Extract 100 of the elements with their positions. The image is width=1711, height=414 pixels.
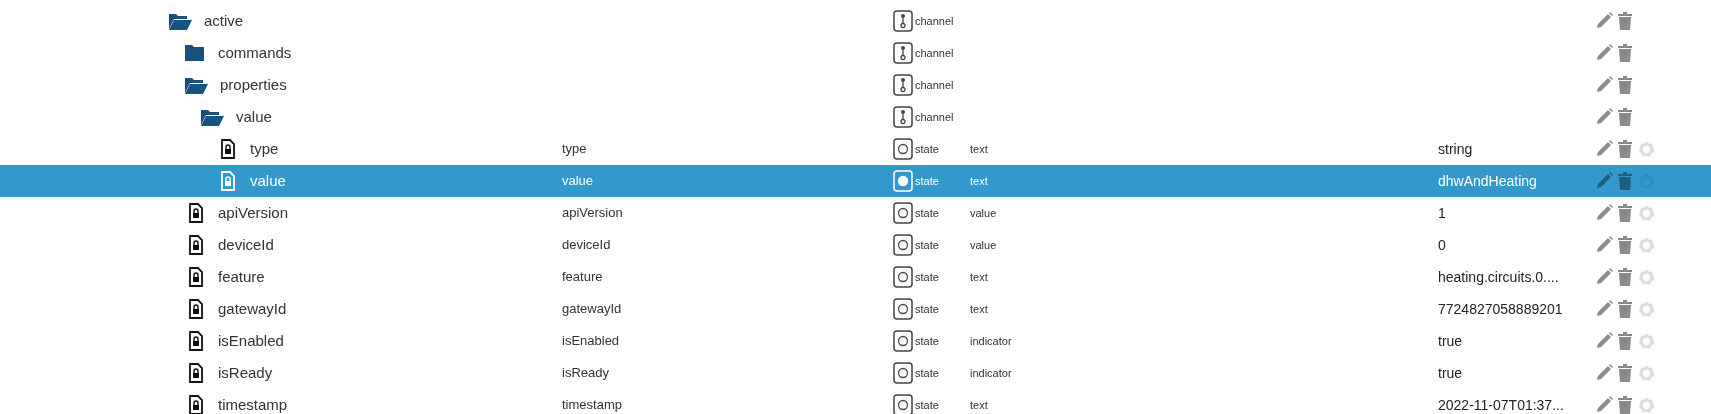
edit-button[interactable] <box>1595 140 1613 158</box>
object-type: state <box>915 269 940 285</box>
locked-file-icon <box>221 139 235 159</box>
tree-item-name: type <box>250 138 279 159</box>
delete-button[interactable] <box>1618 300 1632 318</box>
tree-item-name: properties <box>220 74 287 95</box>
edit-button[interactable] <box>1595 396 1613 414</box>
object-value: true <box>1438 363 1463 383</box>
object-name: apiVersion <box>562 204 623 223</box>
edit-button[interactable] <box>1595 76 1613 94</box>
tree-item-name: commands <box>218 42 292 63</box>
tree-item-name: gatewayId <box>218 298 287 319</box>
object-value: dhwAndHeating <box>1438 171 1537 191</box>
object-name: type <box>562 140 587 159</box>
object-value: true <box>1438 331 1463 351</box>
object-role: text <box>970 397 988 413</box>
object-value: 2022-11-07T01:37... <box>1438 395 1564 414</box>
delete-button[interactable] <box>1618 204 1632 222</box>
object-value: heating.circuits.0.... <box>1438 267 1559 287</box>
delete-button[interactable] <box>1618 268 1632 286</box>
edit-button[interactable] <box>1595 268 1613 286</box>
delete-button[interactable] <box>1618 364 1632 382</box>
edit-button[interactable] <box>1595 236 1613 254</box>
edit-button[interactable] <box>1595 44 1613 62</box>
state-icon <box>893 234 913 256</box>
locked-file-icon <box>189 267 203 287</box>
delete-button[interactable] <box>1618 172 1632 190</box>
delete-button[interactable] <box>1618 12 1632 30</box>
object-name: value <box>562 172 594 191</box>
object-role: text <box>970 173 988 189</box>
object-type: channel <box>915 77 955 93</box>
state-icon <box>893 138 913 160</box>
tree-row[interactable]: commands channel <box>0 37 1711 69</box>
object-role: indicator <box>970 365 1012 381</box>
tree-item-name: timestamp <box>218 394 288 414</box>
delete-button[interactable] <box>1618 396 1632 414</box>
delete-button[interactable] <box>1618 108 1632 126</box>
delete-button[interactable] <box>1618 140 1632 158</box>
locked-file-icon <box>189 395 203 414</box>
object-value: 0 <box>1438 235 1446 255</box>
delete-button[interactable] <box>1618 44 1632 62</box>
state-icon <box>893 394 913 414</box>
tree-row[interactable]: deviceId deviceId state value 0 <box>0 229 1711 261</box>
locked-file-icon <box>189 203 203 223</box>
state-icon <box>893 330 913 352</box>
tree-row[interactable]: value channel <box>0 101 1711 133</box>
tree-row[interactable]: isEnabled isEnabled state indicator true <box>0 325 1711 357</box>
tree-item-name: apiVersion <box>218 202 289 223</box>
tree-row[interactable]: isReady isReady state indicator true <box>0 357 1711 389</box>
object-type: state <box>915 301 940 317</box>
object-type: state <box>915 205 940 221</box>
object-role: text <box>970 301 988 317</box>
object-role: value <box>970 205 997 221</box>
delete-button[interactable] <box>1618 236 1632 254</box>
object-value: string <box>1438 139 1473 159</box>
object-name: feature <box>562 268 603 287</box>
edit-button[interactable] <box>1595 332 1613 350</box>
tree-row[interactable]: active channel <box>0 5 1711 37</box>
state-icon <box>893 298 913 320</box>
tree-row[interactable]: feature feature state text heating.circuits.0.... <box>0 261 1711 293</box>
delete-button[interactable] <box>1618 332 1632 350</box>
edit-button[interactable] <box>1595 172 1613 190</box>
state-icon <box>893 202 913 224</box>
object-role: text <box>970 269 988 285</box>
object-role: indicator <box>970 333 1012 349</box>
tree-row[interactable]: apiVersion apiVersion state value 1 <box>0 197 1711 229</box>
object-type: state <box>915 333 940 349</box>
object-type: channel <box>915 13 955 29</box>
locked-file-icon <box>189 299 203 319</box>
object-type: state <box>915 397 940 413</box>
tree-row[interactable]: type type state text string <box>0 133 1711 165</box>
tree-row[interactable]: gatewayId gatewayId state text 7724827058889201 <box>0 293 1711 325</box>
locked-file-icon <box>221 171 235 191</box>
tree-item-name: active <box>204 10 244 31</box>
object-type: channel <box>915 109 955 125</box>
state-icon <box>893 362 913 384</box>
object-role: value <box>970 237 997 253</box>
channel-icon <box>893 74 913 96</box>
object-type: channel <box>915 45 955 61</box>
channel-icon <box>893 10 913 32</box>
tree-row[interactable]: properties channel <box>0 69 1711 101</box>
object-role: text <box>970 141 988 157</box>
object-name: timestamp <box>562 396 622 414</box>
object-name: isEnabled <box>562 332 620 351</box>
edit-button[interactable] <box>1595 108 1613 126</box>
state-icon <box>893 266 913 288</box>
channel-icon <box>893 106 913 128</box>
object-value: 1 <box>1438 203 1446 223</box>
edit-button[interactable] <box>1595 12 1613 30</box>
locked-file-icon <box>189 331 203 351</box>
delete-button[interactable] <box>1618 76 1632 94</box>
edit-button[interactable] <box>1595 204 1613 222</box>
locked-file-icon <box>189 235 203 255</box>
tree-item-name: deviceId <box>218 234 274 255</box>
object-type: state <box>915 237 940 253</box>
edit-button[interactable] <box>1595 300 1613 318</box>
tree-row[interactable]: timestamp timestamp state text 2022-11-07T01:37... <box>0 389 1711 414</box>
object-name: gatewayId <box>562 300 622 319</box>
edit-button[interactable] <box>1595 364 1613 382</box>
tree-item-name: value <box>236 106 272 127</box>
